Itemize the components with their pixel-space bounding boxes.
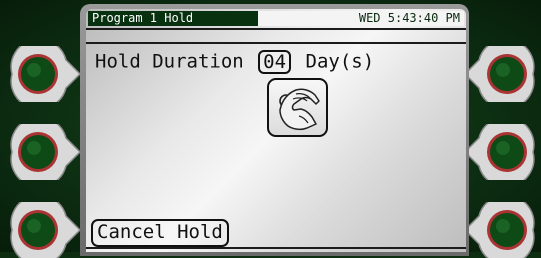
- program-title: Program 1 Hold: [88, 11, 258, 26]
- left-softkey-1[interactable]: [8, 46, 82, 102]
- right-softkey-3[interactable]: [463, 202, 535, 258]
- hold-duration-value[interactable]: 04: [258, 49, 292, 74]
- divider-top: [86, 28, 466, 30]
- divider-header: [86, 42, 466, 44]
- left-softkey-2[interactable]: [8, 124, 82, 180]
- hold-duration-row: Hold Duration 04 Day(s): [95, 49, 375, 74]
- clock-readout: WED 5:43:40 PM: [358, 11, 460, 25]
- right-softkey-2[interactable]: [463, 124, 535, 180]
- status-bar: Program 1 Hold WED 5:43:40 PM: [88, 11, 464, 26]
- finger-adjust-icon[interactable]: [267, 78, 328, 137]
- divider-bottom: [86, 247, 466, 249]
- left-softkey-3[interactable]: [8, 202, 82, 258]
- right-softkey-1[interactable]: [463, 46, 535, 102]
- hold-duration-label: Hold Duration: [95, 50, 244, 73]
- cancel-hold-button[interactable]: Cancel Hold: [91, 219, 229, 247]
- lcd-screen: Program 1 Hold WED 5:43:40 PM Hold Durat…: [86, 9, 466, 252]
- hold-duration-unit: Day(s): [305, 50, 375, 73]
